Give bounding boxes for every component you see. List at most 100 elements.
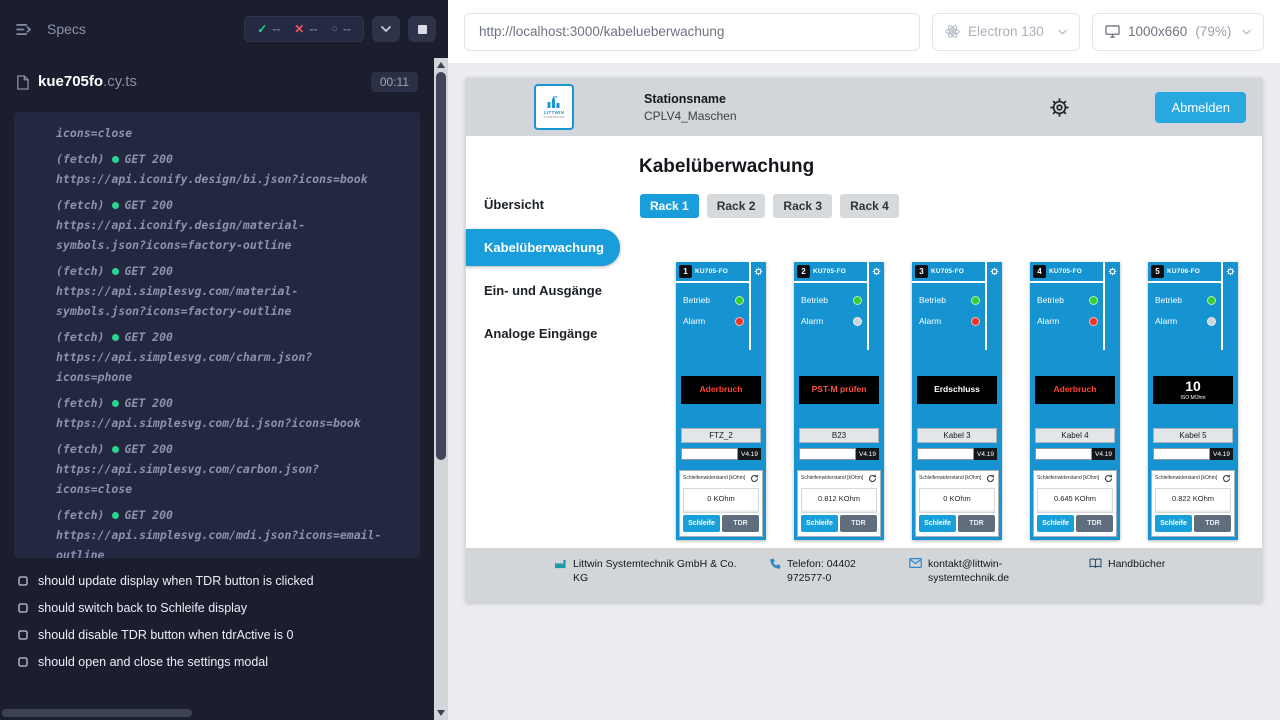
slot-number-badge: 4: [1033, 265, 1046, 278]
betrieb-label: Betrieb: [1037, 295, 1064, 305]
schleife-button[interactable]: Schleife: [919, 515, 956, 532]
footer-manuals-link[interactable]: Handbücher: [1089, 557, 1165, 602]
test-title[interactable]: should open and close the settings modal: [18, 655, 418, 669]
log-entry[interactable]: (fetch)GET 200 https://api.simplesvg.com…: [56, 261, 410, 321]
log-entry[interactable]: (fetch)GET 200 https://api.simplesvg.com…: [56, 505, 410, 558]
card-gear-icon[interactable]: [754, 267, 763, 350]
logout-button[interactable]: Abmelden: [1155, 92, 1246, 123]
device-card: 1 KÜ705-FO Betrieb Alarm: [676, 262, 766, 540]
collapse-button[interactable]: [372, 16, 400, 42]
firmware-version: V4.19: [1210, 448, 1233, 460]
sidebar-item-uebersicht[interactable]: Übersicht: [466, 186, 638, 223]
measurement-label: Schleifenwiderstand [kOhm]: [683, 474, 745, 481]
log-entry[interactable]: (fetch)GET 200 https://api.simplesvg.com…: [56, 393, 410, 433]
tdr-button[interactable]: TDR: [1076, 515, 1113, 532]
log-entry[interactable]: (fetch)GET 200 https://api.iconify.desig…: [56, 195, 410, 255]
specs-menu-icon[interactable]: [16, 23, 33, 36]
log-entry[interactable]: (fetch)GET 200 https://api.simplesvg.com…: [56, 439, 410, 499]
test-title[interactable]: should switch back to Schleife display: [18, 601, 418, 615]
device-card: 3 KÜ705-FO Betrieb Alarm: [912, 262, 1002, 540]
refresh-icon[interactable]: [868, 474, 877, 483]
sidebar-item-kabelueberwachung[interactable]: Kabelüberwachung: [466, 229, 620, 266]
log-entry[interactable]: (fetch)GET 200 https://api.simplesvg.com…: [56, 327, 410, 387]
slot-number-badge: 1: [679, 265, 692, 278]
card-gear-icon[interactable]: [1108, 267, 1117, 350]
device-status-display: 10 ISO MOhm: [1153, 376, 1233, 404]
test-title[interactable]: should disable TDR button when tdrActive…: [18, 628, 418, 642]
measurement-value: 0 KOhm: [683, 488, 759, 513]
measurement-label: Schleifenwiderstand [kOhm]: [1037, 474, 1099, 481]
tdr-button[interactable]: TDR: [722, 515, 759, 532]
vertical-scrollbar-thumb[interactable]: [436, 72, 446, 460]
tab-rack-4[interactable]: Rack 4: [840, 194, 899, 218]
stop-run-button[interactable]: [408, 16, 436, 42]
log-entry[interactable]: icons=close: [56, 123, 410, 143]
measurement-panel: Schleifenwiderstand [kOhm] 0.645 KOhm Sc…: [1033, 470, 1117, 537]
card-gear-icon[interactable]: [990, 267, 999, 350]
station-info: Stationsname CPLV4_Maschen: [644, 92, 737, 123]
device-name-field: [1153, 448, 1210, 460]
iso-value: 10: [1185, 379, 1201, 393]
cable-name: Kabel 5: [1153, 428, 1233, 443]
device-status-display: Erdschluss: [917, 376, 997, 404]
refresh-icon[interactable]: [750, 474, 759, 483]
betrieb-label: Betrieb: [801, 295, 828, 305]
iso-unit-label: ISO MOhm: [1180, 395, 1205, 401]
stat-passed: ✓--: [257, 22, 280, 36]
tab-rack-1[interactable]: Rack 1: [640, 194, 699, 218]
scroll-up-arrow[interactable]: [437, 62, 445, 68]
schleife-button[interactable]: Schleife: [1155, 515, 1192, 532]
refresh-icon[interactable]: [1104, 474, 1113, 483]
betrieb-led: [1207, 296, 1216, 305]
stat-pending: ○--: [331, 22, 351, 36]
spec-file-header[interactable]: kue705fo.cy.ts 00:11: [0, 58, 434, 106]
card-gear-icon[interactable]: [1226, 267, 1235, 350]
vertical-scrollbar[interactable]: [434, 58, 448, 720]
horizontal-scrollbar-thumb[interactable]: [2, 709, 192, 717]
sidebar-item-ein-und-ausgaenge[interactable]: Ein- und Ausgänge: [466, 272, 638, 309]
log-entry[interactable]: (fetch)GET 200 https://api.iconify.desig…: [56, 149, 410, 189]
tdr-button[interactable]: TDR: [958, 515, 995, 532]
slot-number-badge: 5: [1151, 265, 1164, 278]
device-name-field: [1035, 448, 1092, 460]
footer-phone[interactable]: Telefon: 04402 972577-0: [769, 557, 909, 602]
schleife-button[interactable]: Schleife: [683, 515, 720, 532]
test-title[interactable]: should update display when TDR button is…: [18, 574, 418, 588]
schleife-button[interactable]: Schleife: [1037, 515, 1074, 532]
browser-select[interactable]: Electron 130: [932, 13, 1080, 51]
alarm-led: [971, 317, 980, 326]
app-frame: LITTWIN SYSTEMTECHNIK Stationsname CPLV4…: [466, 78, 1262, 602]
horizontal-scrollbar[interactable]: [0, 706, 434, 720]
viewport-size-select[interactable]: 1000x660 (79%): [1092, 13, 1264, 51]
device-status-display: Aderbruch: [681, 376, 761, 404]
phone-icon: [769, 557, 781, 570]
schleife-button[interactable]: Schleife: [801, 515, 838, 532]
tdr-button[interactable]: TDR: [1194, 515, 1231, 532]
circle-icon: ○: [331, 23, 338, 35]
device-name-field: [917, 448, 974, 460]
device-model: KÜ705-FO: [1049, 268, 1082, 275]
refresh-icon[interactable]: [986, 474, 995, 483]
status-ok-dot: [112, 268, 119, 275]
sidebar-item-analoge-eingaenge[interactable]: Analoge Eingänge: [466, 315, 638, 352]
book-icon: [1089, 557, 1102, 568]
device-card: 4 KÜ705-FO Betrieb Alarm: [1030, 262, 1120, 540]
url-input[interactable]: [464, 13, 920, 51]
tdr-button[interactable]: TDR: [840, 515, 877, 532]
tab-rack-3[interactable]: Rack 3: [773, 194, 832, 218]
card-gear-icon[interactable]: [872, 267, 881, 350]
settings-gear-icon[interactable]: [1048, 96, 1071, 119]
device-model: KÜ705-FO: [695, 268, 728, 275]
scroll-down-arrow[interactable]: [437, 710, 445, 716]
test-block-icon: [18, 630, 28, 640]
tab-rack-2[interactable]: Rack 2: [707, 194, 766, 218]
test-title-list: should update display when TDR button is…: [0, 558, 434, 669]
cable-name: Kabel 3: [917, 428, 997, 443]
refresh-icon[interactable]: [1222, 474, 1231, 483]
firmware-version: V4.19: [738, 448, 761, 460]
viewport-size: 1000x660: [1128, 24, 1187, 39]
zoom-level: (79%): [1195, 24, 1231, 39]
betrieb-label: Betrieb: [919, 295, 946, 305]
cross-icon: ✕: [294, 22, 304, 36]
footer-email[interactable]: kontakt@littwin-systemtechnik.de: [909, 557, 1089, 602]
